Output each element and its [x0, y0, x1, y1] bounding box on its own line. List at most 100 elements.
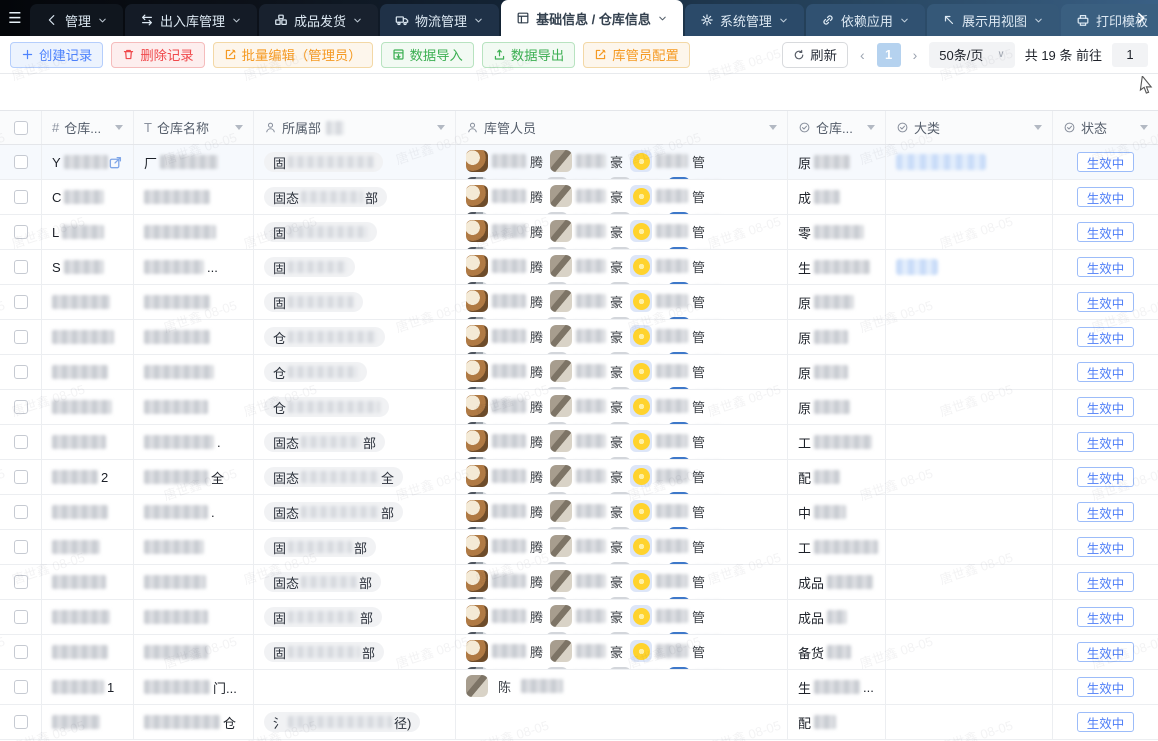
create-record-button[interactable]: 创建记录 [10, 41, 104, 68]
lemon-avatar [630, 255, 653, 277]
row-checkbox[interactable] [13, 295, 28, 309]
status-badge: 生效中 [1076, 222, 1135, 242]
chevron-down-icon [231, 15, 242, 26]
column-filter-caret[interactable] [115, 125, 123, 130]
current-page-button[interactable]: 1 [876, 42, 901, 67]
nav-tab-item[interactable]: 成品发货 [259, 4, 379, 36]
row-checkbox[interactable] [13, 610, 28, 624]
column-filter-caret[interactable] [769, 125, 777, 130]
table-row[interactable]: 固部腾豪管伟备货生效中 [0, 635, 1158, 670]
table-row[interactable]: 1 门... 陈 生... 生效中 [0, 670, 1158, 705]
cell-text: 原 [798, 330, 812, 346]
nav-tab-item[interactable]: 系统管理 [684, 4, 804, 36]
gear-icon-svg [701, 14, 713, 26]
keepers-cell: 腾豪管伟 [456, 565, 788, 599]
keeper-name-char: 腾 [530, 154, 544, 170]
select-all-checkbox[interactable] [13, 120, 28, 135]
page-size-select[interactable]: 50条/页 ∨ [929, 41, 1015, 68]
column-filter-caret[interactable] [1140, 125, 1148, 130]
ghost-avatar [546, 562, 569, 564]
delete-record-button[interactable]: 删除记录 [111, 41, 205, 68]
row-checkbox[interactable] [13, 225, 28, 239]
table-row[interactable]: 仓腾豪管伟原生效中 [0, 355, 1158, 390]
row-checkbox[interactable] [13, 505, 28, 519]
row-checkbox[interactable] [13, 190, 28, 204]
keeper-item: 豪 [550, 325, 623, 347]
column-filter-caret[interactable] [1034, 125, 1042, 130]
row-checkbox[interactable] [13, 645, 28, 659]
table-row[interactable]: S...固腾豪管伟生生效中 [0, 250, 1158, 285]
keeper-name-char: 管 [692, 154, 706, 170]
data-import-button[interactable]: 数据导入 [380, 41, 474, 68]
keeper-name-char: 陈 [498, 679, 512, 695]
table-row[interactable]: 固态部腾豪管伟成品生效中 [0, 565, 1158, 600]
goto-page-input[interactable] [1112, 42, 1148, 67]
cat-avatar [550, 430, 573, 452]
warehouse-id-cell [42, 705, 134, 739]
department-tag: 固部 [264, 537, 377, 557]
redacted-text [288, 611, 359, 623]
table-row[interactable]: .固态部腾豪管伟工生效中 [0, 425, 1158, 460]
department-cell: 固 [254, 285, 456, 319]
table-row[interactable]: 仓腾豪管伟原生效中 [0, 390, 1158, 425]
open-record-icon[interactable] [108, 155, 123, 170]
table-row[interactable]: 2全固态全腾豪管伟配生效中 [0, 460, 1158, 495]
refresh-button[interactable]: 刷新 [782, 41, 848, 68]
keeper-item [546, 177, 602, 179]
table-row[interactable]: C固态部腾豪管伟成生效中 [0, 180, 1158, 215]
column-header-1: # 仓库... [42, 111, 134, 144]
redacted-text [52, 715, 100, 729]
keeper-item: 腾 [466, 150, 543, 172]
table-row[interactable]: L固腾豪管伟零生效中 [0, 215, 1158, 250]
column-filter-caret[interactable] [235, 125, 243, 130]
table-row[interactable]: Y 厂 固 腾 豪 管伟 原 生效中 [0, 145, 1158, 180]
nav-tab-item[interactable]: 物流管理 [380, 4, 500, 36]
redacted-text [288, 541, 353, 553]
row-checkbox[interactable] [13, 155, 28, 169]
category-cell [886, 215, 1053, 249]
table-row[interactable]: 仓腾豪管伟原生效中 [0, 320, 1158, 355]
prev-page-button[interactable]: ‹ [858, 47, 867, 63]
row-checkbox[interactable] [13, 575, 28, 589]
category-cell [886, 495, 1053, 529]
dog-avatar [466, 605, 488, 627]
nav-tab-item[interactable]: 出入库管理 [125, 4, 258, 36]
row-checkbox[interactable] [13, 715, 28, 729]
row-checkbox[interactable] [13, 330, 28, 344]
row-checkbox[interactable] [13, 680, 28, 694]
keeper-name-char: 腾 [530, 434, 544, 450]
row-checkbox[interactable] [13, 435, 28, 449]
redacted-name [656, 574, 689, 588]
keeper-name-char: 豪 [610, 539, 624, 555]
arrow-upleft-icon-svg [944, 15, 954, 25]
batch-edit-button[interactable]: 批量编辑（管理员） [212, 41, 373, 68]
table-row[interactable]: 固部腾豪管伟成品生效中 [0, 600, 1158, 635]
nav-overflow-chevron-icon[interactable] [1124, 0, 1158, 36]
redacted-text [144, 400, 208, 414]
status-cell: 生效中 [1053, 320, 1158, 354]
row-checkbox[interactable] [13, 470, 28, 484]
table-row[interactable]: 固腾豪管伟原生效中 [0, 285, 1158, 320]
table-row[interactable]: 固部腾豪管伟工生效中 [0, 530, 1158, 565]
row-checkbox[interactable] [13, 540, 28, 554]
keeper-config-button[interactable]: 库管员配置 [583, 41, 690, 68]
table-row[interactable]: 仓 氵 径) 配 生效中 [0, 705, 1158, 740]
next-page-button[interactable]: › [911, 47, 920, 63]
status-cell: 生效中 [1053, 390, 1158, 424]
redacted-text [814, 190, 841, 204]
table-row[interactable]: .固态部腾豪管伟中生效中 [0, 495, 1158, 530]
column-filter-caret[interactable] [867, 125, 875, 130]
column-filter-caret[interactable] [437, 125, 445, 130]
nav-tab-item[interactable]: 展示用视图 [926, 4, 1059, 36]
nav-tab-active[interactable]: 基础信息 / 仓库信息 [501, 0, 683, 36]
department-cell [254, 670, 456, 704]
keeper-item: 豪 [550, 570, 623, 592]
nav-tab-item[interactable]: 管理 [30, 4, 124, 36]
row-checkbox[interactable] [13, 365, 28, 379]
data-export-button[interactable]: 数据导出 [481, 41, 576, 68]
nav-tab-item[interactable]: 依赖应用 [805, 4, 925, 36]
menu-icon[interactable]: ☰ [0, 0, 30, 36]
row-checkbox[interactable] [13, 260, 28, 274]
department-cell: 固态 部 [254, 180, 456, 214]
row-checkbox[interactable] [13, 400, 28, 414]
